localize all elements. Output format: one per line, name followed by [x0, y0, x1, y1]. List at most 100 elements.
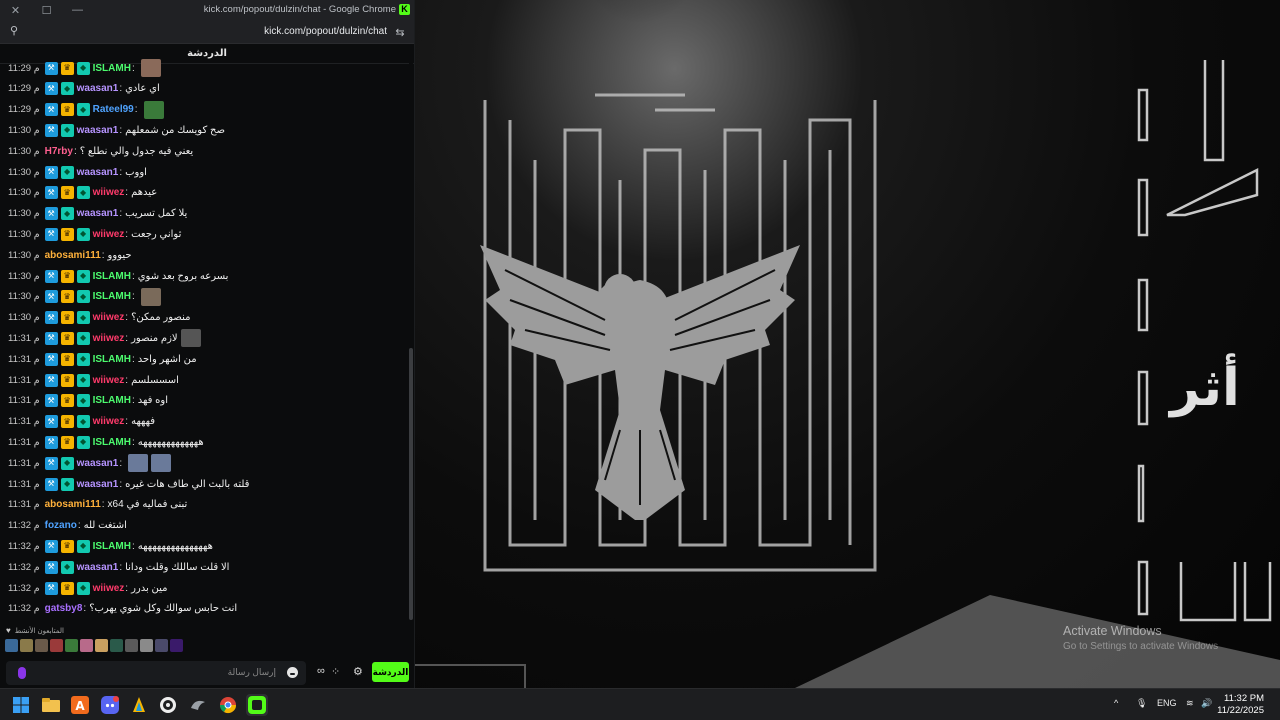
vip-badge-icon[interactable]: ◆ — [76, 61, 90, 75]
avatar[interactable] — [5, 639, 18, 652]
message-username[interactable]: wiiwez — [93, 375, 125, 386]
chat-scrollbar[interactable] — [409, 58, 413, 623]
chat-input[interactable]: إرسال رسالة — [6, 661, 306, 685]
emoji-icon[interactable] — [287, 667, 298, 678]
site-settings-icon[interactable]: ⇆ — [393, 25, 407, 39]
message-username[interactable]: waasan1 — [77, 562, 119, 573]
vip-badge-icon[interactable]: ◆ — [76, 269, 90, 283]
sub-badge-icon[interactable]: ♛ — [60, 352, 74, 366]
vip-badge-icon[interactable]: ◆ — [76, 290, 90, 304]
mod-badge-icon[interactable]: ⚒ — [44, 290, 58, 304]
message-username[interactable]: Rateel99 — [93, 104, 134, 115]
mod-badge-icon[interactable]: ⚒ — [44, 82, 58, 96]
avatar[interactable] — [140, 639, 153, 652]
sub-badge-icon[interactable]: ♛ — [60, 227, 74, 241]
sub-badge-icon[interactable]: ♛ — [60, 415, 74, 429]
vip-badge-icon[interactable]: ◆ — [76, 581, 90, 595]
send-chat-button[interactable]: الدردشة — [372, 662, 409, 682]
message-username[interactable]: ISLAMH — [93, 291, 131, 302]
app-bird-icon[interactable] — [187, 694, 209, 716]
viewer-avatar-strip[interactable] — [5, 639, 183, 652]
emote-image[interactable] — [180, 329, 201, 348]
vip-badge-icon[interactable]: ◆ — [60, 456, 74, 470]
vip-badge-icon[interactable]: ◆ — [76, 227, 90, 241]
avatar[interactable] — [50, 639, 63, 652]
vip-badge-icon[interactable]: ◆ — [60, 560, 74, 574]
vip-badge-icon[interactable]: ◆ — [76, 103, 90, 117]
message-username[interactable]: abosami111 — [45, 250, 101, 261]
url-text[interactable]: kick.com/popout/dulzin/chat — [264, 26, 387, 37]
vip-badge-icon[interactable]: ◆ — [60, 123, 74, 137]
emote-image[interactable] — [151, 454, 172, 473]
app-a-icon[interactable]: A — [69, 694, 91, 716]
mod-badge-icon[interactable]: ⚒ — [44, 331, 58, 345]
message-username[interactable]: ISLAMH — [93, 437, 131, 448]
vip-badge-icon[interactable]: ◆ — [76, 331, 90, 345]
mod-badge-icon[interactable]: ⚒ — [44, 227, 58, 241]
kick-app-icon[interactable] — [246, 694, 268, 716]
mod-badge-icon[interactable]: ⚒ — [44, 311, 58, 325]
message-username[interactable]: ISLAMH — [93, 271, 131, 282]
message-username[interactable]: waasan1 — [77, 458, 119, 469]
microphone-icon[interactable]: 🎙 — [1136, 698, 1147, 709]
message-username[interactable]: wiiwez — [93, 312, 125, 323]
mod-badge-icon[interactable]: ⚒ — [44, 394, 58, 408]
chat-scrollbar-thumb[interactable] — [409, 348, 413, 620]
mod-badge-icon[interactable]: ⚒ — [44, 456, 58, 470]
dots-icon[interactable]: ⁘ — [331, 665, 340, 678]
sub-badge-icon[interactable]: ♛ — [60, 311, 74, 325]
avatar[interactable] — [170, 639, 183, 652]
sub-badge-icon[interactable]: ♛ — [60, 103, 74, 117]
mod-badge-icon[interactable]: ⚒ — [44, 123, 58, 137]
mod-badge-icon[interactable]: ⚒ — [44, 165, 58, 179]
obs-icon[interactable] — [157, 694, 179, 716]
message-username[interactable]: waasan1 — [77, 167, 119, 178]
start-icon[interactable] — [10, 694, 32, 716]
address-bar[interactable]: ⚲ kick.com/popout/dulzin/chat ⇆ — [0, 20, 414, 44]
message-username[interactable]: wiiwez — [93, 333, 125, 344]
vip-badge-icon[interactable]: ◆ — [76, 394, 90, 408]
link-icon[interactable]: ∞ — [317, 665, 325, 677]
sub-badge-icon[interactable]: ♛ — [60, 435, 74, 449]
sub-badge-icon[interactable]: ♛ — [60, 290, 74, 304]
mod-badge-icon[interactable]: ⚒ — [44, 186, 58, 200]
avatar[interactable] — [95, 639, 108, 652]
emote-image[interactable] — [140, 59, 161, 77]
mod-badge-icon[interactable]: ⚒ — [44, 539, 58, 553]
emote-image[interactable] — [140, 287, 161, 306]
vip-badge-icon[interactable]: ◆ — [60, 207, 74, 221]
sub-badge-icon[interactable]: ♛ — [60, 394, 74, 408]
sub-badge-icon[interactable]: ♛ — [60, 539, 74, 553]
message-username[interactable]: ISLAMH — [93, 354, 131, 365]
vip-badge-icon[interactable]: ◆ — [76, 352, 90, 366]
vip-badge-icon[interactable]: ◆ — [76, 373, 90, 387]
message-username[interactable]: waasan1 — [77, 83, 119, 94]
message-username[interactable]: H7rby — [45, 146, 73, 157]
chat-message-list[interactable]: 11:29 م ⚒ ♛ ◆ ISLAMH:11:29 م ⚒ ◆ waasan1: اي عاد… — [0, 58, 405, 623]
message-username[interactable]: ISLAMH — [93, 395, 131, 406]
sub-badge-icon[interactable]: ♛ — [60, 373, 74, 387]
language-indicator[interactable]: ENG — [1157, 698, 1177, 708]
mod-badge-icon[interactable]: ⚒ — [44, 103, 58, 117]
mod-badge-icon[interactable]: ⚒ — [44, 560, 58, 574]
avatar[interactable] — [65, 639, 78, 652]
minimize-window-button[interactable]: — — [62, 0, 93, 20]
discord-icon[interactable] — [99, 694, 121, 716]
mod-badge-icon[interactable]: ⚒ — [44, 581, 58, 595]
avatar[interactable] — [110, 639, 123, 652]
vip-badge-icon[interactable]: ◆ — [76, 539, 90, 553]
avatar[interactable] — [20, 639, 33, 652]
message-username[interactable]: ISLAMH — [93, 63, 131, 74]
message-username[interactable]: wiiwez — [93, 416, 125, 427]
vip-badge-icon[interactable]: ◆ — [76, 435, 90, 449]
key-icon[interactable]: ⚲ — [10, 24, 18, 37]
message-username[interactable]: wiiwez — [93, 583, 125, 594]
vip-badge-icon[interactable]: ◆ — [76, 415, 90, 429]
close-window-button[interactable]: ✕ — [0, 0, 31, 20]
message-username[interactable]: wiiwez — [93, 229, 125, 240]
avatar[interactable] — [125, 639, 138, 652]
mod-badge-icon[interactable]: ⚒ — [44, 435, 58, 449]
mod-badge-icon[interactable]: ⚒ — [44, 415, 58, 429]
mod-badge-icon[interactable]: ⚒ — [44, 477, 58, 491]
message-username[interactable]: abosami111 — [45, 499, 101, 510]
